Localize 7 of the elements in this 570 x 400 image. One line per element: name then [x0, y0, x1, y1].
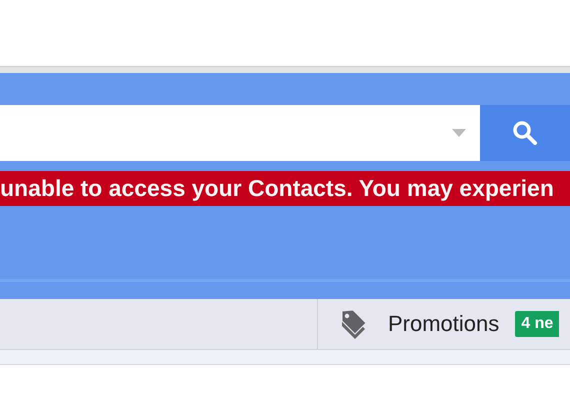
tag-icon [340, 309, 368, 339]
new-count-badge: 4 ne [515, 311, 560, 337]
search-icon [512, 120, 538, 146]
search-button[interactable] [480, 105, 570, 161]
error-message: unable to access your Contacts. You may experien [0, 174, 554, 203]
dropdown-caret-icon[interactable] [452, 129, 466, 137]
search-field[interactable] [0, 105, 480, 161]
